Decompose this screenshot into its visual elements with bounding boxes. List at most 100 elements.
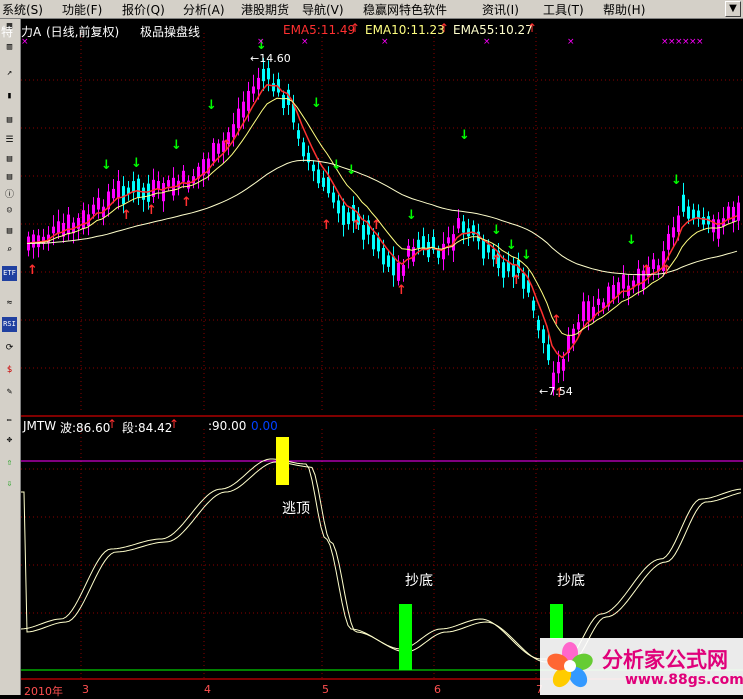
- candle-body: [622, 274, 625, 289]
- candle-body: [487, 244, 490, 253]
- sell-arrow-icon: ↓: [406, 208, 417, 223]
- menu-navigation[interactable]: 导航(V): [302, 1, 344, 18]
- candle-body: [417, 239, 420, 248]
- sell-arrow-icon: ↓: [521, 248, 532, 263]
- candle-body: [122, 186, 125, 205]
- buy-arrow-icon: ↑: [661, 263, 672, 278]
- candle-body: [732, 206, 735, 223]
- watermark-logo: 分析家公式网 www.88gs.com: [540, 638, 743, 695]
- candle-body: [112, 188, 115, 199]
- list-icon[interactable]: ☰: [2, 133, 17, 148]
- candle-body: [322, 177, 325, 187]
- buy-arrow-icon: ↑: [221, 138, 232, 153]
- osc-wave-value: 波:86.60: [60, 421, 111, 435]
- report2-icon[interactable]: ▤: [2, 170, 17, 185]
- chart-area[interactable]: ↑ ↑ ↑ ↑ ↑ ↑ ↑ ↑ ↑ ↑ ↑ ↑ ↑ ↑ ↑ ↓ ↓ ↓ ↓ ↓ ↓ ↓ ↓ ↓ ↓ ↓ ↓ ↓ ↓ ↓ × × × × × × × × × ×…: [1, 19, 743, 698]
- bar-chart-icon[interactable]: ▥: [2, 40, 17, 55]
- watermark-name: 分析家公式网: [602, 648, 728, 672]
- candle-body: [372, 234, 375, 250]
- wave-icon[interactable]: ≈: [2, 296, 17, 311]
- search-icon[interactable]: ⌕: [2, 243, 17, 258]
- cross-marker-icon: ×: [301, 37, 309, 47]
- etf-icon[interactable]: ETF: [2, 266, 17, 281]
- osc-name: JMTW: [23, 419, 57, 433]
- candle-body: [327, 177, 330, 194]
- menu-system[interactable]: 系统(S): [2, 1, 43, 18]
- menu-help[interactable]: 帮助(H): [603, 1, 645, 18]
- line-chart-icon[interactable]: ↗: [2, 66, 17, 81]
- candle-body: [597, 298, 600, 305]
- candle-body: [392, 256, 395, 276]
- info-icon[interactable]: ⓘ: [2, 188, 17, 203]
- candle-body: [402, 265, 405, 276]
- tools-icon[interactable]: ✎: [2, 385, 17, 400]
- chart-period: (日线,前复权): [46, 25, 120, 39]
- candle-body: [52, 226, 55, 234]
- refresh-icon[interactable]: ⟳: [2, 341, 17, 356]
- month-label-5: 5: [322, 683, 329, 696]
- buy-arrow-icon: ↑: [491, 253, 502, 268]
- rsi-icon[interactable]: RSI: [2, 317, 17, 332]
- candle-body: [317, 169, 320, 184]
- window-menu-button[interactable]: ▼: [725, 1, 741, 17]
- arrow-up-icon[interactable]: ⇧: [2, 456, 17, 471]
- cross-marker-icon: ×: [696, 37, 704, 47]
- candle-body: [717, 219, 720, 239]
- wave-line: [21, 458, 742, 660]
- sell-arrow-icon: ↓: [506, 238, 517, 253]
- buy-bottom-annotation-1: 抄底: [405, 573, 433, 589]
- ema55-arrow-icon: ↑: [527, 21, 538, 35]
- buy-arrow-icon: ↑: [146, 203, 157, 218]
- menu-function[interactable]: 功能(F): [62, 1, 102, 18]
- escape-top-annotation: 逃顶: [282, 501, 310, 517]
- candle-body: [57, 221, 60, 234]
- ema55-value: EMA55:10.27: [453, 23, 533, 37]
- menu-quote[interactable]: 报价(Q): [122, 1, 165, 18]
- candle-body: [312, 164, 315, 172]
- candle-body: [362, 225, 365, 240]
- candle-body: [687, 206, 690, 219]
- report-icon[interactable]: ▤: [2, 152, 17, 167]
- candle-body: [682, 194, 685, 212]
- notes-icon[interactable]: ▤: [2, 224, 17, 239]
- candle-body: [212, 142, 215, 162]
- move-icon[interactable]: ✥: [2, 433, 17, 448]
- menu-tools[interactable]: 工具(T): [543, 1, 584, 18]
- dollar-icon[interactable]: $: [2, 363, 17, 378]
- cross-marker-icon: ×: [567, 37, 575, 47]
- people-icon[interactable]: ☺: [2, 204, 17, 219]
- buy-arrow-icon: ↑: [371, 218, 382, 233]
- low-price-label: ←7.54: [539, 385, 573, 398]
- menu-hk-futures[interactable]: 港股期货: [241, 1, 289, 18]
- candle-body: [342, 205, 345, 225]
- osc-segment-value: 段:84.42: [122, 421, 173, 435]
- pencil-icon[interactable]: ✏: [2, 413, 17, 428]
- candle-body: [557, 361, 560, 374]
- menu-special-software[interactable]: 稳赢网特色软件: [363, 1, 447, 18]
- candle-body: [247, 90, 250, 111]
- stock-prefix: 特: [1, 25, 14, 39]
- cross-marker-icon: ×: [483, 37, 491, 47]
- menu-analysis[interactable]: 分析(A): [183, 1, 225, 18]
- chart-svg: ↑↑ ↑↑↑↑ ↑ ↑↑↑↑↑↑↑ ↑↓ ↓↓↓↓↓↓ ↓↓↓↓↓↓↓↓× × × × × × × × × ×…: [21, 33, 743, 680]
- arrow-down-icon[interactable]: ⇩: [2, 477, 17, 492]
- candle-body: [692, 209, 695, 220]
- candle-body: [737, 202, 740, 221]
- sell-arrow-icon: ↓: [131, 156, 142, 171]
- candle-body: [142, 187, 145, 200]
- month-label-3: 3: [82, 683, 89, 696]
- stock-name: 力A: [21, 25, 42, 39]
- candle-body: [407, 245, 410, 257]
- high-price-value: 14.60: [259, 52, 291, 65]
- left-arrow-icon: ←: [250, 52, 260, 65]
- candle-body: [542, 329, 545, 344]
- candle-body: [262, 68, 265, 82]
- table-icon[interactable]: ▤: [2, 113, 17, 128]
- candle-body: [82, 210, 85, 229]
- candle-body: [282, 94, 285, 109]
- candle-body: [457, 218, 460, 229]
- candles-icon[interactable]: ▮: [2, 89, 17, 104]
- sell-arrow-icon: ↓: [171, 138, 182, 153]
- menu-info[interactable]: 资讯(I): [482, 1, 519, 18]
- year-label: 2010年: [24, 685, 63, 698]
